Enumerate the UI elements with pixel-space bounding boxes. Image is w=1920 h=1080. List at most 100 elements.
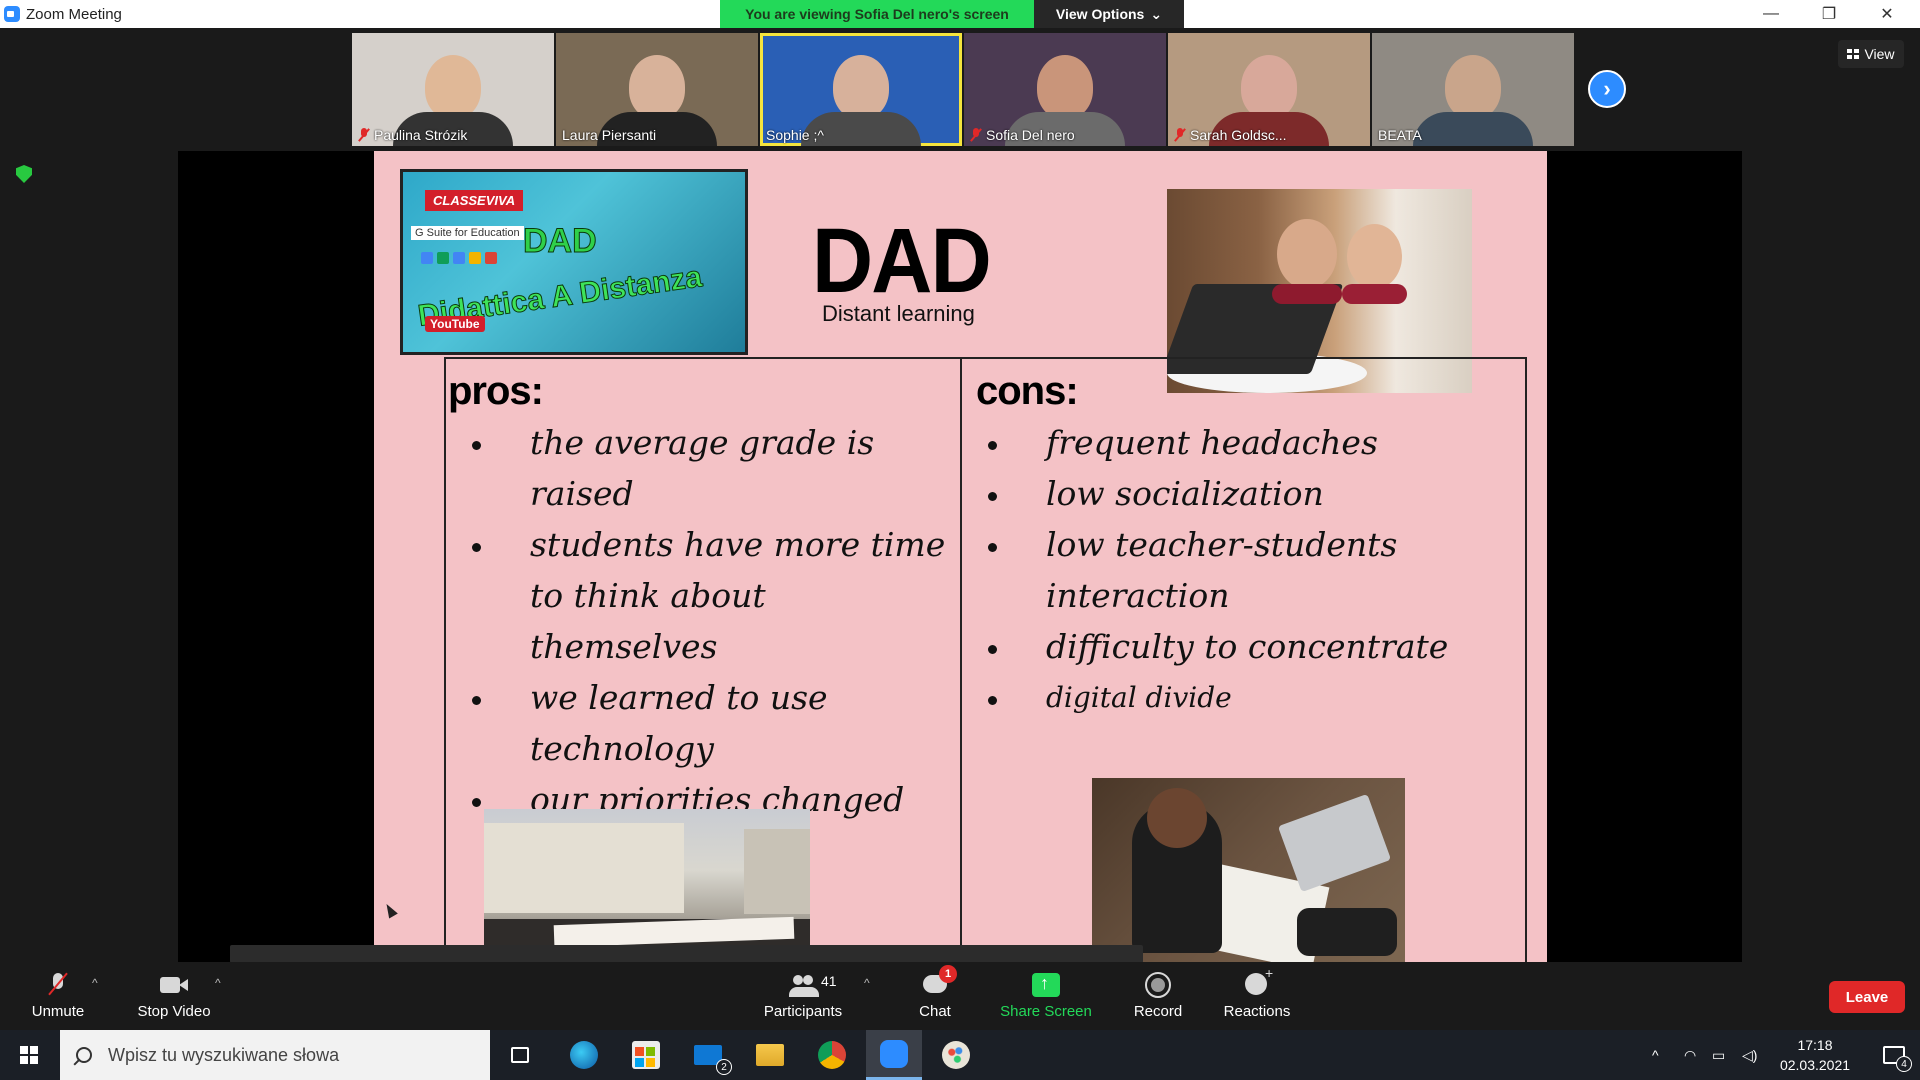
show-hidden-icons[interactable]: ^ <box>1652 1030 1659 1080</box>
gsuite-label: G Suite for Education <box>411 226 524 240</box>
chat-label: Chat <box>919 1002 951 1020</box>
participant-tile[interactable]: Laura Piersanti <box>556 33 758 146</box>
restore-button[interactable]: ❐ <box>1800 0 1858 28</box>
participant-name: BEATA <box>1378 127 1422 143</box>
reactions-icon <box>1243 965 1273 997</box>
view-options-label: View Options <box>1055 6 1145 22</box>
student-studying-photo <box>1092 778 1405 962</box>
unmute-label: Unmute <box>31 1002 85 1020</box>
record-icon <box>1144 971 1172 998</box>
participants-count: 41 <box>821 972 837 989</box>
close-button[interactable]: ✕ <box>1858 0 1916 28</box>
record-button[interactable]: Record <box>1128 962 1188 1030</box>
clock-time: 17:18 <box>1797 1037 1833 1053</box>
participant-name-tag: Laura Piersanti <box>562 127 656 143</box>
reactions-label: Reactions <box>1223 1002 1291 1020</box>
participant-tile[interactable]: Sofia Del nero <box>964 33 1166 146</box>
viewing-banner: You are viewing Sofia Del nero's screen <box>720 0 1034 28</box>
file-explorer-button[interactable] <box>742 1030 798 1080</box>
security-shield-icon[interactable] <box>16 165 32 183</box>
microphone-muted-icon <box>358 128 370 142</box>
photo-scarf <box>1272 284 1342 304</box>
taskbar-clock[interactable]: 17:18 02.03.2021 <box>1770 1035 1860 1075</box>
taskbar-search[interactable]: Wpisz tu wyszukiwane słowa <box>60 1030 490 1080</box>
zoom-taskbar-button[interactable] <box>866 1030 922 1080</box>
photo-building <box>484 823 684 913</box>
participant-tile[interactable]: Paulina Strózik <box>352 33 554 146</box>
list-item: digital divide <box>988 672 1533 723</box>
list-item: low socialization <box>988 468 1533 519</box>
notifications-button[interactable]: 4 <box>1868 1030 1920 1080</box>
chrome-icon <box>818 1041 846 1069</box>
start-button[interactable] <box>0 1030 58 1080</box>
meeting-toolbar: Unmute ^ Stop Video ^ 41 Participants ^ … <box>0 962 1920 1030</box>
leave-button[interactable]: Leave <box>1829 981 1905 1013</box>
stop-video-button[interactable]: Stop Video <box>134 962 214 1030</box>
meeting-area: Paulina Strózik Laura Piersanti Sophie ;^ S… <box>0 28 1920 962</box>
battery-icon[interactable]: ▭ <box>1712 1030 1725 1080</box>
mail-icon: 2 <box>694 1045 732 1075</box>
photo-boy-head <box>1147 788 1207 848</box>
sheets-icon <box>437 252 449 264</box>
slide-subtitle: Distant learning <box>822 301 975 326</box>
participant-video-face <box>1445 55 1501 119</box>
participant-name: Paulina Strózik <box>374 127 468 143</box>
store-button[interactable] <box>618 1030 674 1080</box>
view-options-button[interactable]: View Options ⌄ <box>1034 0 1184 28</box>
share-screen-icon <box>1032 972 1060 997</box>
audio-options-caret[interactable]: ^ <box>92 976 98 990</box>
youtube-logo: YouTube <box>425 316 485 332</box>
participant-name-tag: Sarah Goldsc... <box>1174 127 1287 143</box>
chrome-button[interactable] <box>804 1030 860 1080</box>
participants-options-caret[interactable]: ^ <box>864 976 870 990</box>
minimize-button[interactable]: — <box>1742 0 1800 28</box>
edge-icon <box>570 1041 598 1069</box>
participant-video-face <box>1241 55 1297 119</box>
participant-video-face <box>1037 55 1093 119</box>
gmail-icon <box>485 252 497 264</box>
participant-tile[interactable]: Sophie ;^ <box>760 33 962 146</box>
participant-tile[interactable]: Sarah Goldsc... <box>1168 33 1370 146</box>
presentation-slide: CLASSEVIVA G Suite for Education DAD Did… <box>374 151 1547 962</box>
unmute-button[interactable]: Unmute <box>26 962 90 1030</box>
window-title: Zoom Meeting <box>26 5 122 23</box>
windows-logo-icon <box>20 1046 38 1064</box>
video-options-caret[interactable]: ^ <box>215 976 221 990</box>
participant-video-face <box>833 55 889 119</box>
participant-tile[interactable]: BEATA <box>1372 33 1574 146</box>
next-participants-button[interactable]: › <box>1588 70 1626 108</box>
column-divider <box>960 357 962 962</box>
annotation-toolbar[interactable] <box>230 945 1143 963</box>
participant-name-tag: BEATA <box>1378 127 1422 143</box>
task-view-button[interactable] <box>492 1030 548 1080</box>
participants-button[interactable]: 41 Participants <box>760 962 846 1030</box>
classeviva-logo: CLASSEVIVA <box>425 190 524 211</box>
list-item: difficulty to concentrate <box>988 621 1533 672</box>
mail-button[interactable]: 2 <box>680 1030 736 1080</box>
chat-button[interactable]: 1 Chat <box>905 962 965 1030</box>
list-item: students have more time to think about t… <box>472 519 952 672</box>
share-screen-button[interactable]: Share Screen <box>998 962 1094 1030</box>
microphone-muted-icon <box>44 972 72 997</box>
wifi-icon[interactable]: ◠ <box>1684 1030 1696 1080</box>
participant-strip: Paulina Strózik Laura Piersanti Sophie ;^ S… <box>352 33 1574 146</box>
dad-logo-image: CLASSEVIVA G Suite for Education DAD Did… <box>400 169 748 355</box>
reactions-button[interactable]: Reactions <box>1222 962 1292 1030</box>
photo-pencil-case <box>1297 908 1397 956</box>
docs-icon <box>453 252 465 264</box>
list-item: low teacher-students interaction <box>988 519 1533 621</box>
chat-badge: 1 <box>939 964 957 983</box>
microphone-muted-icon <box>1174 128 1186 142</box>
record-label: Record <box>1133 1002 1183 1020</box>
view-button[interactable]: View <box>1838 40 1904 68</box>
list-item: the average grade is raised <box>472 417 952 519</box>
edge-button[interactable] <box>556 1030 612 1080</box>
participants-icon: 41 <box>789 973 837 997</box>
notifications-icon: 4 <box>1883 1046 1912 1072</box>
paint-button[interactable] <box>928 1030 984 1080</box>
camera-icon <box>160 973 188 997</box>
participant-name-tag: Paulina Strózik <box>358 127 467 143</box>
volume-icon[interactable]: ◁) <box>1742 1030 1757 1080</box>
windows-taskbar: Wpisz tu wyszukiwane słowa 2 ^ ◠ ▭ ◁) 17… <box>0 1030 1920 1080</box>
paint-palette-icon <box>942 1041 970 1069</box>
